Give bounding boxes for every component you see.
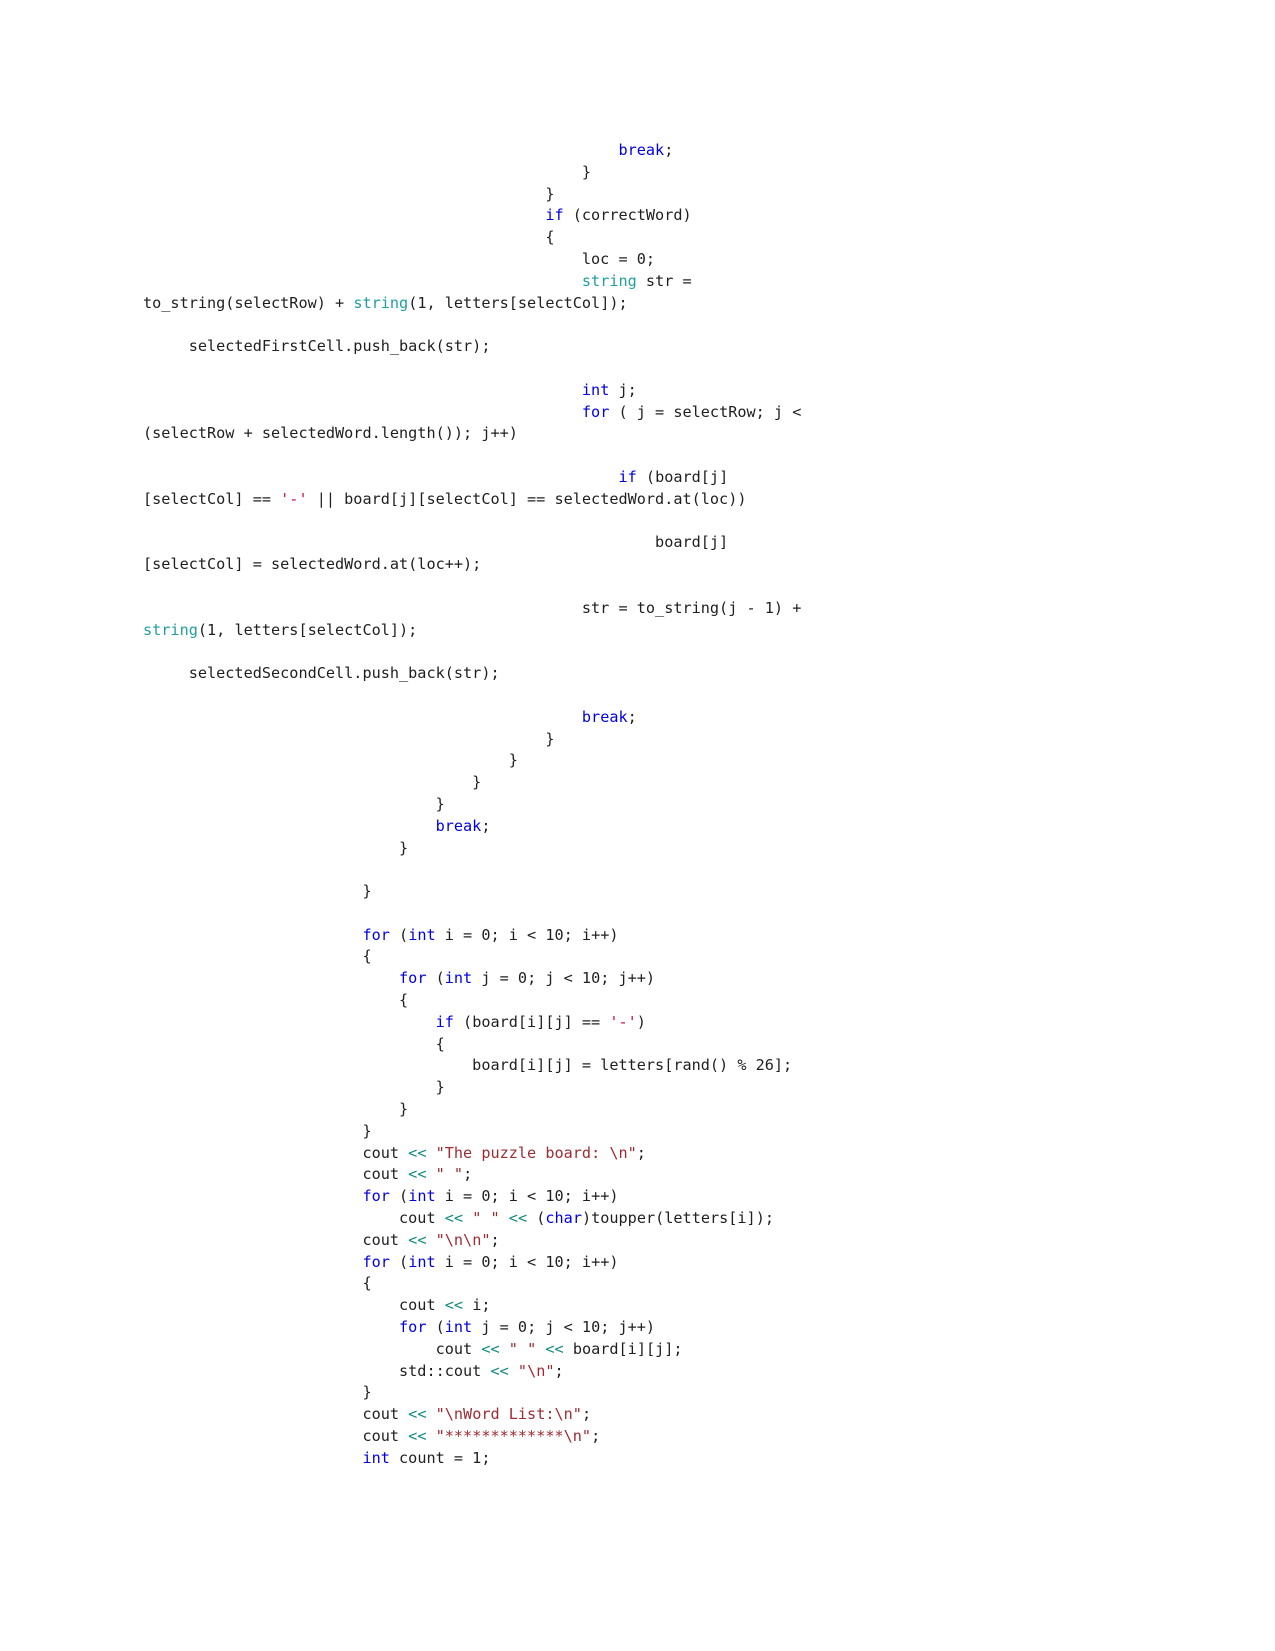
code-line: } (143, 184, 555, 203)
code-line: std::cout << "\n"; (143, 1361, 564, 1380)
code-line: for ( j = selectRow; j < (581, 402, 802, 421)
code-line: string(1, letters[selectCol]); (143, 620, 418, 639)
code-line: { (143, 228, 555, 247)
code-line: selectedSecondCell.push_back(str); (143, 664, 500, 683)
code-line: board[j] (143, 533, 729, 552)
code-listing: break; } } if (correctWord) {loc = 0; s… (143, 140, 1133, 1470)
code-line: cout << " "; (143, 1165, 473, 1184)
code-line: loc = 0; (143, 249, 656, 268)
code-line: selectedFirstCell.push_back(str); (143, 337, 491, 356)
code-line: for (int i = 0; i < 10; i++) (362, 1187, 619, 1206)
code-line: } (143, 1078, 445, 1097)
code-line: for (int j = 0; j < 10; j++) (399, 1318, 656, 1337)
code-line: } (143, 1121, 372, 1140)
code-line: } (143, 882, 372, 901)
code-line: int count = 1; (362, 1448, 491, 1467)
code-line: } (143, 1383, 372, 1402)
code-line: cout << "*************\n"; (143, 1427, 601, 1446)
code-line: if (board[i][j] == '-') (435, 1012, 646, 1031)
code-line: if (correctWord) (545, 206, 692, 225)
code-line: } (143, 794, 445, 813)
code-line: cout << "\n\n"; (143, 1230, 500, 1249)
code-line: cout << " " << (char)toupper(letters[i])… (143, 1209, 774, 1228)
document-page: break; } } if (correctWord) {loc = 0; s… (0, 0, 1275, 1651)
code-line: } (143, 838, 409, 857)
code-line: if (board[j] (618, 467, 729, 486)
code-line: int j; (581, 380, 637, 399)
code-line: [selectCol] == '-' || board[j][selectCol… (143, 489, 747, 508)
code-line: cout << i; (143, 1296, 491, 1315)
code-line: cout << " " << board[i][j]; (143, 1339, 683, 1358)
code-line: { (143, 1274, 372, 1293)
code-line: } (143, 729, 555, 748)
code-line: } (143, 162, 592, 181)
code-line: for (int j = 0; j < 10; j++) (399, 969, 656, 988)
code-line: [selectCol] = selectedWord.at(loc++); (143, 555, 482, 574)
code-line: } (143, 1100, 409, 1119)
code-line: str = to_string(j - 1) + (143, 598, 802, 617)
code-line: break; (618, 141, 674, 159)
code-line: { (143, 991, 409, 1010)
code-line: (selectRow + selectedWord.length()); j++… (143, 424, 518, 443)
code-line: break; (581, 707, 637, 726)
code-line: for (int i = 0; i < 10; i++) (362, 1252, 619, 1271)
code-line: string str = (581, 271, 692, 290)
code-line: break; (435, 816, 491, 835)
code-line: for (int i = 0; i < 10; i++) (362, 925, 619, 944)
code-line: } (143, 751, 518, 770)
code-line: to_string(selectRow) + string(1, letters… (143, 293, 628, 312)
code-line: board[i][j] = letters[rand() % 26]; (143, 1056, 793, 1075)
code-line: { (143, 1034, 445, 1053)
code-line: } (143, 773, 482, 792)
code-line: cout << "\nWord List:\n"; (143, 1405, 592, 1424)
code-line: cout << "The puzzle board: \n"; (143, 1143, 646, 1162)
code-line: { (143, 947, 372, 966)
